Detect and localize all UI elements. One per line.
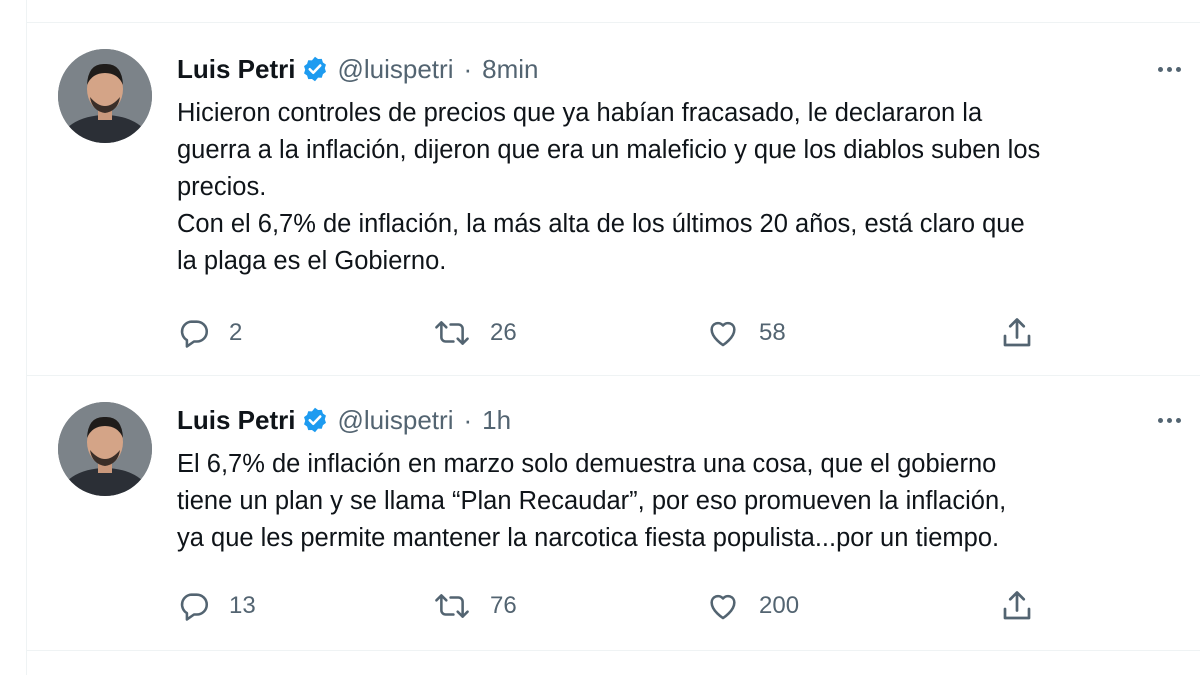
tweet-text-line: El 6,7% de inflación en marzo solo demue… xyxy=(177,450,997,478)
retweet-icon xyxy=(432,316,472,350)
like-button[interactable]: 58 xyxy=(705,313,786,353)
tweet-feed: Luis Petri @luispetri · 8min Hicieron co… xyxy=(26,0,1200,675)
share-icon xyxy=(999,315,1035,351)
author-handle[interactable]: @luispetri xyxy=(337,405,453,436)
avatar[interactable] xyxy=(58,402,152,496)
tweet-text: Hicieron controles de precios que ya hab… xyxy=(177,95,1187,280)
retweet-count: 26 xyxy=(490,319,517,346)
tweet[interactable]: Luis Petri @luispetri · 1h El 6,7% de in… xyxy=(27,376,1200,650)
tweet-text-line: precios. xyxy=(177,173,267,201)
tweet-text-line: guerra a la inflación, dijeron que era u… xyxy=(177,136,1041,164)
reply-button[interactable]: 13 xyxy=(177,586,256,626)
tweet-header: Luis Petri @luispetri · 1h xyxy=(177,403,511,437)
like-count: 58 xyxy=(759,319,786,346)
timestamp[interactable]: 8min xyxy=(482,54,538,85)
like-count: 200 xyxy=(759,592,800,619)
retweet-button[interactable]: 76 xyxy=(432,586,517,626)
verified-badge-icon xyxy=(301,406,329,434)
verified-badge-icon xyxy=(301,55,329,83)
tweet[interactable]: Luis Petri @luispetri · 8min Hicieron co… xyxy=(27,23,1200,375)
separator: · xyxy=(463,53,473,84)
like-icon xyxy=(705,589,741,623)
more-options-icon[interactable] xyxy=(1147,52,1191,86)
separator: · xyxy=(463,404,473,435)
share-icon xyxy=(999,588,1035,624)
tweet-text-line: Hicieron controles de precios que ya hab… xyxy=(177,99,983,127)
more-options-icon[interactable] xyxy=(1147,403,1191,437)
share-button[interactable] xyxy=(999,313,1035,353)
retweet-button[interactable]: 26 xyxy=(432,313,517,353)
retweet-icon xyxy=(432,589,472,623)
timestamp[interactable]: 1h xyxy=(482,405,511,436)
tweet-header: Luis Petri @luispetri · 8min xyxy=(177,52,539,86)
reply-icon xyxy=(177,589,211,623)
tweet-text: El 6,7% de inflación en marzo solo demue… xyxy=(177,446,1187,557)
avatar[interactable] xyxy=(58,49,152,143)
like-button[interactable]: 200 xyxy=(705,586,799,626)
reply-icon xyxy=(177,316,211,350)
divider xyxy=(27,650,1200,651)
reply-button[interactable]: 2 xyxy=(177,313,242,353)
author-name[interactable]: Luis Petri xyxy=(177,405,295,436)
retweet-count: 76 xyxy=(490,592,517,619)
reply-count: 13 xyxy=(229,592,256,619)
tweet-text-line: tiene un plan y se llama “Plan Recaudar”… xyxy=(177,487,1007,515)
tweet-text-line: Con el 6,7% de inflación, la más alta de… xyxy=(177,210,1025,238)
author-handle[interactable]: @luispetri xyxy=(337,54,453,85)
share-button[interactable] xyxy=(999,586,1035,626)
like-icon xyxy=(705,316,741,350)
tweet-text-line: la plaga es el Gobierno. xyxy=(177,247,447,275)
tweet-text-line: ya que les permite mantener la narcotica… xyxy=(177,524,1000,552)
author-name[interactable]: Luis Petri xyxy=(177,54,295,85)
reply-count: 2 xyxy=(229,319,243,346)
